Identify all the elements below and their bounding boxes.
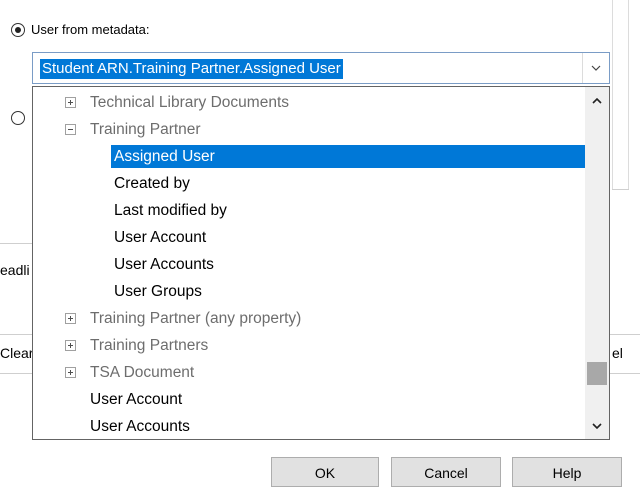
section-divider-right — [610, 334, 640, 335]
tree-item-label: User Account — [90, 391, 183, 408]
plus-box-icon[interactable] — [65, 97, 76, 108]
combo-selected-value[interactable]: Student ARN.Training Partner.Assigned Us… — [40, 59, 343, 79]
partial-label-right[interactable]: el — [612, 345, 623, 361]
tree-item-label: Training Partner (any property) — [90, 310, 302, 327]
tree-item[interactable]: Assigned User — [33, 143, 585, 170]
dialog-right-border-inner — [628, 0, 629, 190]
metadata-property-combo[interactable]: Student ARN.Training Partner.Assigned Us… — [32, 52, 610, 84]
dropdown-scrollbar[interactable] — [585, 87, 609, 439]
tree-item[interactable]: Last modified by — [33, 197, 585, 224]
plus-box-icon[interactable] — [65, 340, 76, 351]
scrollbar-thumb[interactable] — [587, 362, 607, 385]
tree-item-label: User Account — [114, 229, 207, 246]
dialog-right-separator — [612, 189, 629, 190]
help-button[interactable]: Help — [512, 457, 622, 487]
tree-item[interactable]: User Accounts — [33, 251, 585, 278]
section-divider-top — [0, 243, 34, 244]
section-divider-bottom — [0, 373, 34, 374]
partial-label-left-1: eadli — [0, 262, 30, 278]
tree-item[interactable]: Training Partner — [33, 116, 585, 143]
user-from-metadata-label: User from metadata: — [31, 22, 150, 37]
tree-item-label: Assigned User — [114, 148, 215, 165]
cancel-button[interactable]: Cancel — [391, 457, 501, 487]
other-option-radio[interactable] — [11, 111, 25, 125]
tree-item[interactable]: TSA Document — [33, 359, 585, 386]
section-divider-middle — [0, 334, 34, 335]
tree-item-label: User Groups — [114, 283, 202, 300]
tree-item[interactable]: Training Partners — [33, 332, 585, 359]
ok-button[interactable]: OK — [271, 457, 379, 487]
plus-box-icon[interactable] — [65, 367, 76, 378]
tree-item[interactable]: Technical Library Documents — [33, 89, 585, 116]
tree-item[interactable]: User Account — [33, 386, 585, 413]
tree-item[interactable]: Training Partner (any property) — [33, 305, 585, 332]
tree-item-label: TSA Document — [90, 364, 195, 381]
tree-item[interactable]: User Account — [33, 224, 585, 251]
metadata-tree-dropdown[interactable]: Technical Library Documents Training Part… — [32, 86, 610, 440]
tree-item-label: User Accounts — [90, 418, 190, 435]
tree-item[interactable]: User Groups — [33, 278, 585, 305]
partial-label-left-2[interactable]: Clear — [0, 345, 33, 361]
tree-item-label: Created by — [114, 175, 190, 192]
tree-item-label: Training Partner — [90, 121, 201, 138]
tree-item[interactable]: User Accounts — [33, 413, 585, 439]
tree-item-label: Last modified by — [114, 202, 227, 219]
chevron-down-icon[interactable] — [582, 53, 609, 83]
plus-box-icon[interactable] — [65, 313, 76, 324]
dialog-right-border — [612, 0, 613, 190]
tree-item-label: User Accounts — [114, 256, 214, 273]
user-from-metadata-radio[interactable] — [11, 23, 25, 37]
tree-item-label: Technical Library Documents — [90, 94, 290, 111]
chevron-up-icon[interactable] — [585, 91, 609, 111]
minus-box-icon[interactable] — [65, 124, 76, 135]
section-divider-right-bottom — [610, 373, 640, 374]
tree-item[interactable]: Created by — [33, 170, 585, 197]
chevron-down-icon[interactable] — [585, 416, 609, 436]
tree-item-label: Training Partners — [90, 337, 209, 354]
